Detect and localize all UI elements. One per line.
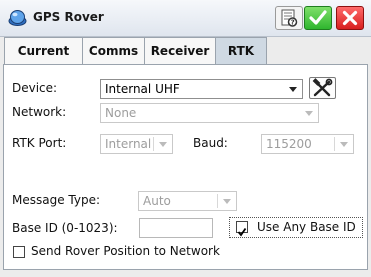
- gps-rover-icon: [8, 9, 27, 26]
- dropdown-separator: [334, 137, 335, 151]
- tab-receiver[interactable]: Receiver: [144, 37, 216, 65]
- chevron-down-icon: [286, 81, 300, 97]
- baud-value: 115200: [266, 137, 312, 151]
- network-value: None: [105, 106, 137, 120]
- window-title: GPS Rover: [33, 10, 104, 24]
- rtk-port-value: Internal: [105, 137, 152, 151]
- use-any-base-label: Use Any Base ID: [257, 220, 356, 234]
- network-select[interactable]: None: [100, 103, 319, 123]
- chevron-down-icon: [337, 136, 351, 152]
- cancel-button[interactable]: [336, 6, 364, 30]
- message-type-value: Auto: [143, 194, 171, 208]
- base-id-label: Base ID (0-1023):: [12, 221, 118, 235]
- message-type-label: Message Type:: [12, 193, 101, 207]
- device-select[interactable]: Internal UHF: [100, 79, 303, 99]
- rtk-port-label: RTK Port:: [12, 136, 67, 150]
- tab-current[interactable]: Current: [4, 37, 83, 65]
- chevron-down-icon: [220, 193, 234, 209]
- device-tools-button[interactable]: [309, 77, 336, 99]
- gps-rover-window: GPS Rover ? Current Comms Receiver RTK D…: [0, 0, 371, 277]
- chevron-down-icon: [156, 136, 170, 152]
- send-position-label: Send Rover Position to Network: [31, 244, 220, 258]
- dropdown-separator: [153, 137, 154, 151]
- help-icon: ?: [281, 9, 298, 27]
- chevron-down-icon: [302, 105, 316, 121]
- check-icon: [237, 227, 247, 237]
- message-type-select[interactable]: Auto: [138, 191, 237, 211]
- device-value: Internal UHF: [105, 82, 180, 96]
- baud-select[interactable]: 115200: [261, 134, 354, 154]
- base-id-input[interactable]: [139, 218, 213, 238]
- tools-icon: [312, 78, 333, 97]
- tab-comms[interactable]: Comms: [82, 37, 145, 65]
- send-position-checkbox[interactable]: [13, 246, 25, 258]
- use-any-base-checkbox[interactable]: [236, 221, 248, 237]
- check-icon: [309, 10, 327, 25]
- baud-label: Baud:: [193, 136, 228, 150]
- ok-button[interactable]: [304, 6, 332, 30]
- device-label: Device:: [12, 81, 58, 95]
- dropdown-separator: [217, 194, 218, 208]
- close-icon: [342, 10, 358, 26]
- title-bar: GPS Rover ?: [0, 0, 371, 37]
- help-button[interactable]: ?: [275, 6, 303, 30]
- network-label: Network:: [12, 105, 67, 119]
- rtk-settings-panel: Device: Internal UHF Network: None RTK P…: [3, 64, 368, 270]
- tab-rtk[interactable]: RTK: [215, 37, 267, 66]
- rtk-port-select[interactable]: Internal: [100, 134, 173, 154]
- use-any-base-checkbox-row[interactable]: Use Any Base ID: [229, 217, 363, 238]
- svg-text:?: ?: [291, 19, 295, 27]
